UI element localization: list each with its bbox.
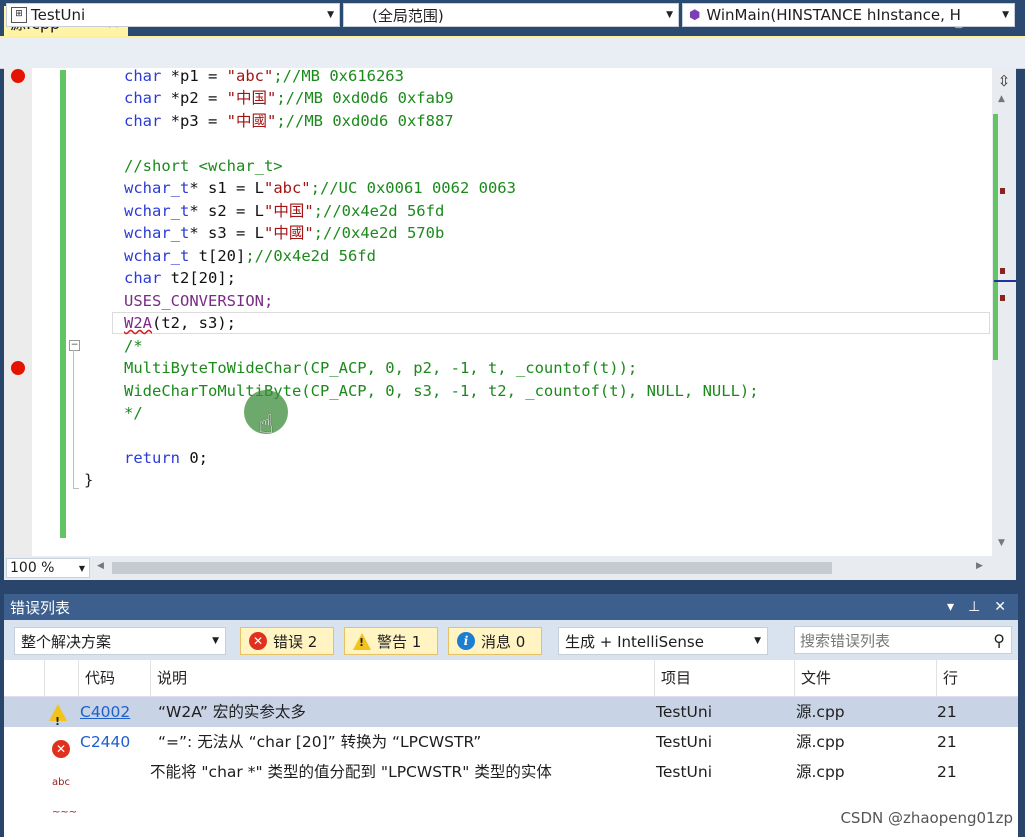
scrollbar-error-marker <box>1000 188 1005 194</box>
pin-icon[interactable]: ⊥ <box>968 599 980 615</box>
error-icon: ✕ <box>249 632 267 650</box>
zoom-level: 100 % <box>10 560 55 576</box>
error-project: TestUni <box>656 763 712 781</box>
table-row[interactable]: abc ~~~ 不能将 "char *" 类型的值分配到 "LPCWSTR" 类型… <box>4 757 1018 818</box>
code-line-closing-brace: } <box>84 471 94 489</box>
dropdown-icon[interactable]: ▾ <box>947 599 954 615</box>
function-name: WinMain(HINSTANCE hInstance, H <box>706 6 961 24</box>
error-file: 源.cpp <box>796 703 845 721</box>
scroll-left-icon[interactable]: ◀ <box>97 561 104 571</box>
code-line: wchar_t* s3 = L"中國";//0x4e2d 570b <box>124 224 445 242</box>
close-icon[interactable]: ✕ <box>994 599 1006 615</box>
project-dropdown[interactable]: ⊞ TestUni ▼ <box>6 3 340 27</box>
split-window-icon[interactable]: ⇳ <box>994 70 1014 92</box>
code-line: /* <box>124 337 143 355</box>
panel-title: 错误列表 <box>10 598 71 617</box>
code-line: //short <wchar_t> <box>124 157 283 175</box>
project-name: TestUni <box>31 6 86 24</box>
code-area[interactable]: char *p1 = "abc";//MB 0x616263 char *p2 … <box>0 68 990 558</box>
column-header-project[interactable]: 项目 <box>654 660 794 696</box>
error-line: 21 <box>937 763 957 781</box>
scroll-right-icon[interactable]: ▶ <box>976 561 983 571</box>
error-description: “W2A” 宏的实参太多 <box>158 703 306 721</box>
column-header-icon[interactable] <box>44 660 78 696</box>
info-icon: i <box>457 632 475 650</box>
warning-icon: ! <box>49 697 67 728</box>
code-line: MultiByteToWideChar(CP_ACP, 0, p2, -1, t… <box>124 359 638 377</box>
error-line: 21 <box>937 733 957 751</box>
scroll-down-icon[interactable]: ▼ <box>998 538 1005 548</box>
chevron-down-icon: ▼ <box>212 636 219 646</box>
column-header-code[interactable]: 代码 <box>78 660 150 696</box>
code-line: return 0; <box>124 449 208 467</box>
scrollbar-caret-marker <box>994 280 1016 282</box>
chevron-down-icon: ▼ <box>666 10 673 20</box>
scrollbar-change-marker <box>993 114 998 360</box>
error-code-link[interactable]: C2440 <box>80 727 130 757</box>
messages-filter-button[interactable]: i 消息 0 <box>448 627 542 655</box>
code-line: char t2[20]; <box>124 269 236 287</box>
error-icon: ✕ <box>52 733 70 758</box>
intellisense-error-icon: abc ~~~ <box>52 777 78 818</box>
code-line: wchar_t* s2 = L"中国";//0x4e2d 56fd <box>124 202 445 220</box>
error-list-titlebar: 错误列表 ▾ ⊥ ✕ <box>4 594 1018 620</box>
column-header-file[interactable]: 文件 <box>794 660 936 696</box>
code-line: WideCharToMultiByte(CP_ACP, 0, s3, -1, t… <box>124 382 759 400</box>
zoom-dropdown[interactable]: 100 % ▼ <box>6 558 90 578</box>
errors-filter-button[interactable]: ✕ 错误 2 <box>240 627 334 655</box>
warnings-count: 警告 1 <box>377 632 422 651</box>
scroll-up-icon[interactable]: ▲ <box>998 94 1005 104</box>
search-placeholder: 搜索错误列表 <box>800 631 891 650</box>
scope-filter-dropdown[interactable]: 整个解决方案 ▼ <box>14 627 226 655</box>
scope-dropdown[interactable]: (全局范围) ▼ <box>343 3 679 27</box>
table-row[interactable]: ✕ C2440 “=”: 无法从 “char [20]” 转换为 “LPCWST… <box>4 727 1018 758</box>
error-file: 源.cpp <box>796 763 845 781</box>
error-code-link[interactable]: C4002 <box>80 697 130 727</box>
messages-count: 消息 0 <box>481 632 526 651</box>
navigation-bar <box>0 38 1025 69</box>
error-description: 不能将 "char *" 类型的值分配到 "LPCWSTR" 类型的实体 <box>150 763 552 781</box>
code-line: wchar_t t[20];//0x4e2d 56fd <box>124 247 376 265</box>
column-header-desc[interactable]: 说明 <box>150 660 654 696</box>
table-row[interactable]: ! C4002 “W2A” 宏的实参太多 TestUni 源.cpp 21 <box>4 697 1018 728</box>
hand-cursor-icon: ☝ <box>258 410 274 440</box>
code-line: */ <box>124 404 143 422</box>
error-file: 源.cpp <box>796 733 845 751</box>
horizontal-scrollbar-thumb[interactable] <box>112 562 832 574</box>
build-filter-dropdown[interactable]: 生成 + IntelliSense ▼ <box>558 627 768 655</box>
code-line: USES_CONVERSION; <box>124 292 274 310</box>
scope-name: (全局范围) <box>372 6 444 25</box>
code-line: char *p3 = "中國";//MB 0xd0d6 0xf887 <box>124 112 454 130</box>
chevron-down-icon: ▼ <box>327 10 334 20</box>
error-search-input[interactable]: 搜索错误列表 ⚲ <box>794 626 1012 654</box>
error-description: “=”: 无法从 “char [20]” 转换为 “LPCWSTR” <box>158 733 482 751</box>
error-line: 21 <box>937 703 957 721</box>
code-line: wchar_t* s1 = L"abc";//UC 0x0061 0062 00… <box>124 179 516 197</box>
chevron-down-icon: ▼ <box>1002 10 1009 20</box>
code-line: char *p1 = "abc";//MB 0x616263 <box>124 68 404 85</box>
scrollbar-error-marker <box>1000 268 1005 274</box>
code-line: char *p2 = "中国";//MB 0xd0d6 0xfab9 <box>124 89 454 107</box>
search-icon: ⚲ <box>993 630 1005 650</box>
chevron-down-icon: ▼ <box>754 636 761 646</box>
column-header-line[interactable]: 行 <box>936 660 986 696</box>
chevron-down-icon: ▼ <box>78 563 85 573</box>
code-line: W2A(t2, s3); <box>124 314 236 332</box>
function-icon: ⬢ <box>689 7 701 23</box>
error-project: TestUni <box>656 703 712 721</box>
warning-icon: ! <box>353 632 371 650</box>
warnings-filter-button[interactable]: ! 警告 1 <box>344 627 438 655</box>
build-filter-value: 生成 + IntelliSense <box>565 632 704 651</box>
errors-count: 错误 2 <box>273 632 318 651</box>
scope-filter-value: 整个解决方案 <box>21 632 112 651</box>
watermark: CSDN @zhaopeng01zp <box>840 809 1013 827</box>
project-icon: ⊞ <box>11 7 27 23</box>
function-dropdown[interactable]: ⬢ WinMain(HINSTANCE hInstance, H ▼ <box>682 3 1015 27</box>
error-project: TestUni <box>656 733 712 751</box>
scrollbar-error-marker <box>1000 295 1005 301</box>
